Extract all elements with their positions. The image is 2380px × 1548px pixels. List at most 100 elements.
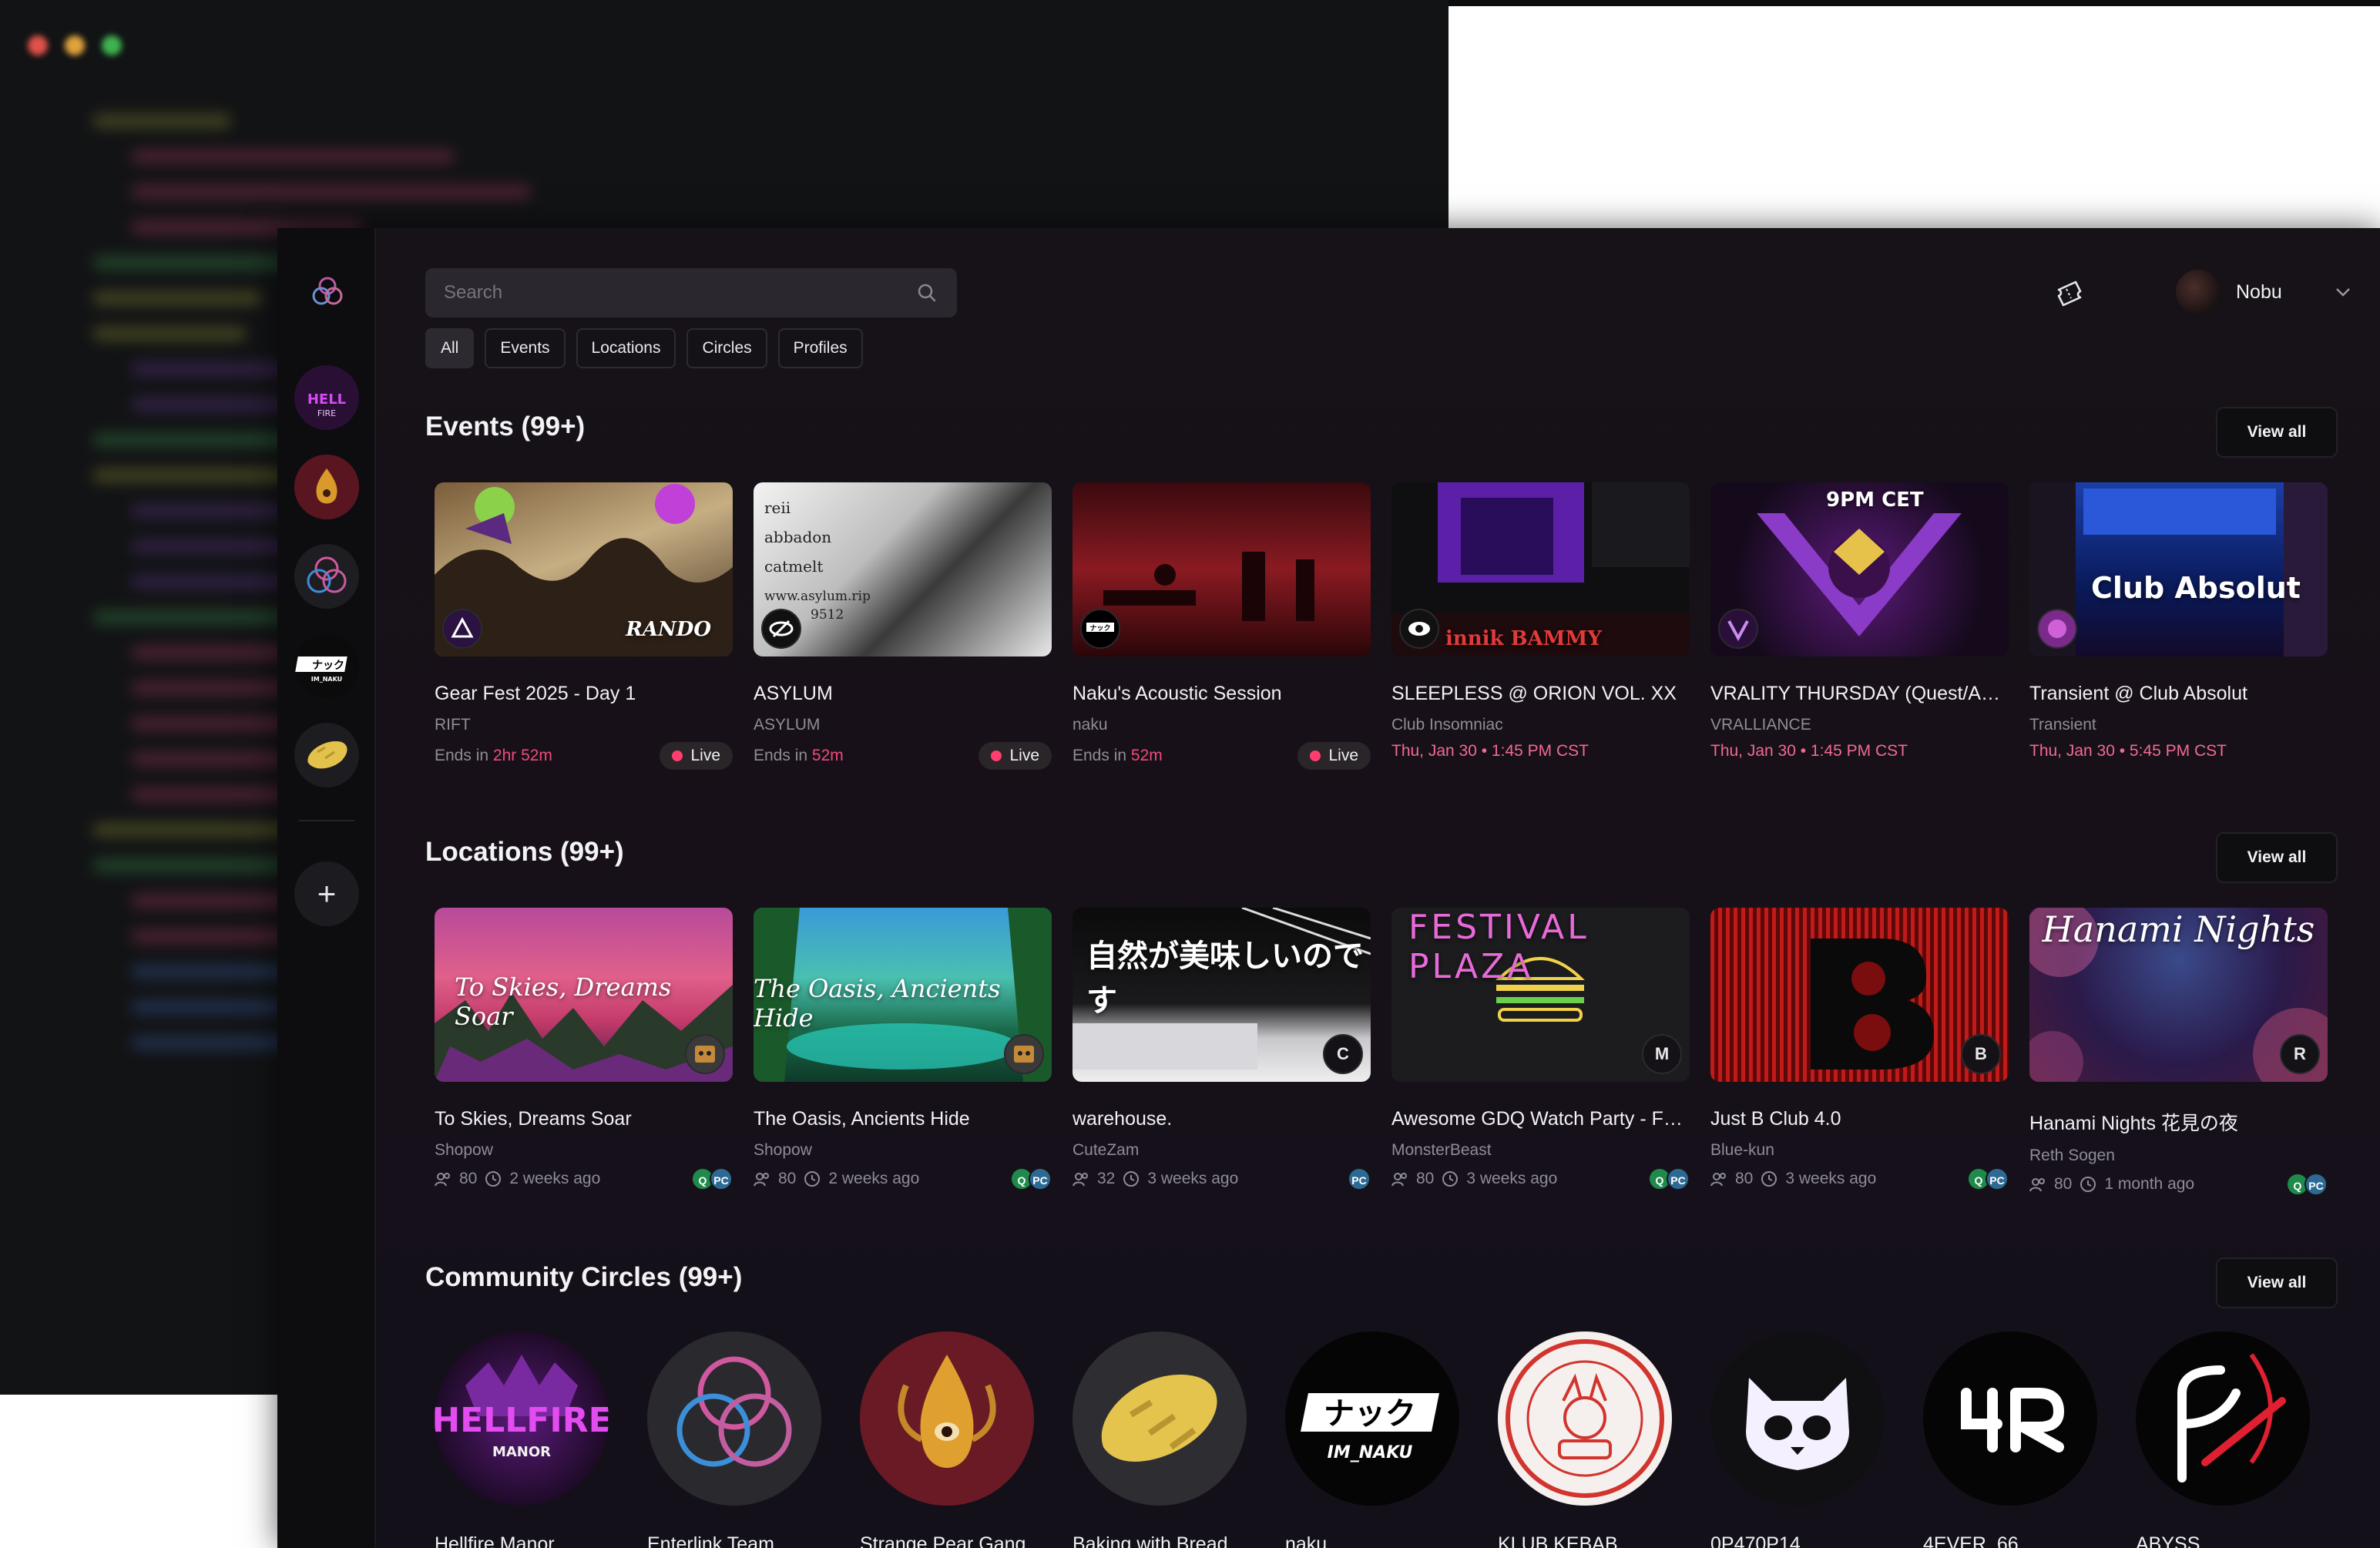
event-card[interactable]: Club Absolut Transient @ Club Absolut Tr…: [2029, 482, 2328, 770]
event-thumb-text: 9PM CET: [1826, 489, 1924, 512]
location-card[interactable]: FESTIVAL PLAZA M Awesome GDQ Watch Party…: [1391, 908, 1690, 1196]
circle-name[interactable]: Baking with Bread: [1073, 1533, 1247, 1548]
rail-circle-pear[interactable]: [294, 455, 359, 519]
ticket-icon[interactable]: [2054, 279, 2085, 307]
search-icon[interactable]: [915, 281, 938, 304]
event-thumbnail[interactable]: 9PM CET: [1710, 482, 2009, 656]
user-menu[interactable]: Nobu: [2176, 270, 2282, 314]
user-avatar[interactable]: [2176, 270, 2221, 314]
circle-card[interactable]: 4EVER_66: [1923, 1331, 2097, 1548]
circle-card[interactable]: Enterlink Team: [647, 1331, 821, 1548]
location-card[interactable]: 自然が美味しいのです C warehouse. CuteZam 32 3 wee…: [1073, 908, 1371, 1196]
location-title[interactable]: warehouse.: [1073, 1108, 1371, 1130]
circle-avatar[interactable]: [647, 1331, 821, 1506]
circles-row: HELLFIRE MANOR Hellfire Manor Enterlink …: [435, 1331, 2310, 1548]
circle-name[interactable]: Strange Pear Gang: [860, 1533, 1034, 1548]
circle-avatar[interactable]: HELLFIRE MANOR: [435, 1331, 609, 1506]
rift-logo-icon: [451, 616, 474, 638]
circle-card[interactable]: Strange Pear Gang: [860, 1331, 1034, 1548]
circle-avatar[interactable]: [2136, 1331, 2310, 1506]
location-thumbnail[interactable]: To Skies, Dreams Soar: [435, 908, 733, 1082]
chevron-down-icon[interactable]: [2333, 282, 2353, 302]
circle-rail: HELL FIRE ナック IM_NAKU +: [277, 228, 376, 1548]
location-title[interactable]: Awesome GDQ Watch Party - Festival Plaza: [1391, 1108, 1690, 1130]
location-title[interactable]: Hanami Nights 花見の夜: [2029, 1108, 2328, 1136]
location-thumbnail[interactable]: The Oasis, Ancients Hide: [754, 908, 1052, 1082]
circle-avatar[interactable]: [1923, 1331, 2097, 1506]
search-bar[interactable]: [425, 268, 957, 317]
rail-circle-bread[interactable]: [294, 723, 359, 787]
user-name[interactable]: Nobu: [2236, 281, 2282, 304]
circle-name[interactable]: KLUB KEBAB: [1498, 1533, 1672, 1548]
hellfire-logo-icon: HELLFIRE MANOR: [435, 1355, 609, 1460]
circle-name[interactable]: 4EVER_66: [1923, 1533, 2097, 1548]
event-title[interactable]: SLEEPLESS @ ORION VOL. XX: [1391, 683, 1690, 705]
event-thumbnail[interactable]: Club Absolut: [2029, 482, 2328, 656]
circle-avatar[interactable]: ナック IM_NAKU: [1285, 1331, 1459, 1506]
location-thumbnail[interactable]: 自然が美味しいのです C: [1073, 908, 1371, 1082]
filter-profiles[interactable]: Profiles: [777, 328, 863, 368]
circle-name[interactable]: 0P470P14: [1710, 1533, 1885, 1548]
add-circle-button[interactable]: +: [294, 861, 359, 926]
event-card[interactable]: RANDO Gear Fest 2025 - Day 1 RIFT Ends i…: [435, 482, 733, 770]
circle-name[interactable]: Hellfire Manor: [435, 1533, 609, 1548]
asylum-thumb-lines: reii abbadon catmelt www.asylum.rip 9512: [764, 493, 871, 624]
circles-view-all-button[interactable]: View all: [2216, 1258, 2338, 1308]
event-title[interactable]: Transient @ Club Absolut: [2029, 683, 2328, 705]
event-card[interactable]: 9PM CET VRALITY THURSDAY (Quest/Android)…: [1710, 482, 2009, 770]
live-label: Live: [1328, 747, 1358, 764]
circle-avatar[interactable]: [1073, 1331, 1247, 1506]
event-title[interactable]: Naku's Acoustic Session: [1073, 683, 1371, 705]
location-title[interactable]: The Oasis, Ancients Hide: [754, 1108, 1052, 1130]
circle-avatar[interactable]: [1498, 1331, 1672, 1506]
app-logo-icon[interactable]: [310, 274, 345, 310]
circle-card[interactable]: ナック IM_NAKU naku: [1285, 1331, 1459, 1548]
circle-name[interactable]: Enterlink Team: [647, 1533, 821, 1548]
circle-name[interactable]: ABYSS: [2136, 1533, 2310, 1548]
event-thumbnail[interactable]: RANDO: [435, 482, 733, 656]
filter-locations[interactable]: Locations: [576, 328, 676, 368]
location-card[interactable]: B Just B Club 4.0 Blue-kun 80 3 weeks ag…: [1710, 908, 2009, 1196]
svg-text:IM_NAKU: IM_NAKU: [1328, 1443, 1413, 1462]
location-title[interactable]: Just B Club 4.0: [1710, 1108, 2009, 1130]
event-card[interactable]: ナック Naku's Acoustic Session naku Ends in…: [1073, 482, 1371, 770]
filter-events[interactable]: Events: [485, 328, 566, 368]
location-thumbnail[interactable]: FESTIVAL PLAZA M: [1391, 908, 1690, 1082]
event-card[interactable]: innik BAMMY SLEEPLESS @ ORION VOL. XX Cl…: [1391, 482, 1690, 770]
location-card[interactable]: Hanami Nights R Hanami Nights 花見の夜 Reth …: [2029, 908, 2328, 1196]
locations-view-all-button[interactable]: View all: [2216, 832, 2338, 883]
platform-badges: Q PC: [1010, 1167, 1052, 1190]
events-view-all-button[interactable]: View all: [2216, 407, 2338, 458]
location-thumbnail[interactable]: Hanami Nights R: [2029, 908, 2328, 1082]
event-title[interactable]: VRALITY THURSDAY (Quest/Android): [1710, 683, 2009, 705]
rail-circle-hellfire[interactable]: HELL FIRE: [294, 365, 359, 430]
circle-card[interactable]: ABYSS: [2136, 1331, 2310, 1548]
rail-circle-enterlink[interactable]: [294, 544, 359, 609]
filter-all[interactable]: All: [425, 328, 475, 368]
search-input[interactable]: [444, 282, 915, 304]
location-author: Shopow: [435, 1141, 493, 1159]
circle-card[interactable]: Baking with Bread: [1073, 1331, 1247, 1548]
circle-avatar[interactable]: [860, 1331, 1034, 1506]
event-card[interactable]: reii abbadon catmelt www.asylum.rip 9512…: [754, 482, 1052, 770]
event-thumbnail[interactable]: reii abbadon catmelt www.asylum.rip 9512: [754, 482, 1052, 656]
location-title[interactable]: To Skies, Dreams Soar: [435, 1108, 733, 1130]
circle-name[interactable]: naku: [1285, 1533, 1459, 1548]
app-window: HELL FIRE ナック IM_NAKU + Search All Event…: [277, 228, 2380, 1548]
svg-text:ナック: ナック: [312, 660, 344, 672]
circle-card[interactable]: 0P470P14: [1710, 1331, 1885, 1548]
location-card[interactable]: To Skies, Dreams Soar To Skies, Dreams S…: [435, 908, 733, 1196]
filter-circles[interactable]: Circles: [686, 328, 767, 368]
circle-avatar[interactable]: [1710, 1331, 1885, 1506]
event-title[interactable]: ASYLUM: [754, 683, 1052, 705]
event-thumbnail[interactable]: innik BAMMY: [1391, 482, 1690, 656]
circle-card[interactable]: HELLFIRE MANOR Hellfire Manor: [435, 1331, 609, 1548]
svg-text:MANOR: MANOR: [492, 1444, 551, 1460]
event-thumbnail[interactable]: ナック: [1073, 482, 1371, 656]
location-thumbnail[interactable]: B: [1710, 908, 2009, 1082]
event-time-prefix: Ends in: [435, 747, 489, 764]
event-title[interactable]: Gear Fest 2025 - Day 1: [435, 683, 733, 705]
location-card[interactable]: The Oasis, Ancients Hide The Oasis, Anci…: [754, 908, 1052, 1196]
rail-circle-naku[interactable]: ナック IM_NAKU: [294, 633, 359, 698]
circle-card[interactable]: KLUB KEBAB: [1498, 1331, 1672, 1548]
